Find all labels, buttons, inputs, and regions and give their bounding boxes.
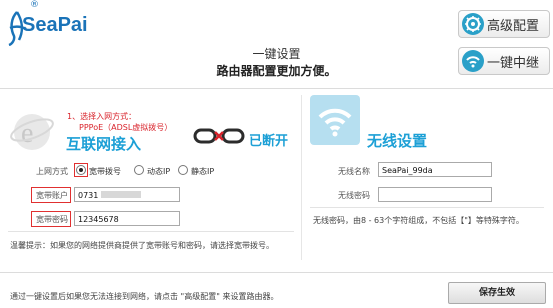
panel-separator bbox=[301, 95, 302, 260]
brand-reg-mark: ® bbox=[30, 0, 39, 10]
password-input[interactable]: 12345678 bbox=[74, 211, 180, 226]
ssid-row: 无线名称 SeaPai_99da bbox=[310, 157, 544, 184]
wifi-password-row: 无线密码 bbox=[310, 183, 544, 208]
advanced-config-label: 高级配置 bbox=[487, 19, 540, 34]
wired-tip: 温馨提示：如果您的网络提供商提供了宽带账号和密码，请选择宽带拨号。 bbox=[10, 241, 274, 250]
account-row: 宽带账户 0731 bbox=[8, 183, 294, 208]
ssid-input[interactable]: SeaPai_99da bbox=[378, 162, 492, 177]
wifi-password-input[interactable] bbox=[378, 187, 492, 202]
password-label: 宽带密码 bbox=[36, 215, 68, 224]
access-mode-row: 上网方式 宽带拨号 动态IP 静态IP bbox=[8, 157, 294, 184]
ssid-label: 无线名称 bbox=[338, 167, 370, 176]
option-dynamic-ip-label: 动态IP bbox=[147, 167, 171, 176]
header-divider bbox=[0, 88, 553, 89]
access-mode-label: 上网方式 bbox=[36, 167, 68, 176]
wifi-password-label: 无线密码 bbox=[338, 191, 370, 200]
option-pppoe-label: 宽带拨号 bbox=[89, 167, 121, 176]
password-row: 宽带密码 12345678 bbox=[8, 207, 294, 232]
radio-pppoe[interactable] bbox=[76, 165, 86, 175]
wired-pppoe-hint: PPPoE（ADSL虚拟拨号） bbox=[79, 123, 173, 132]
wired-title: 互联网接入 bbox=[66, 136, 142, 153]
wifi-icon bbox=[310, 95, 360, 145]
one-key-relay-label: 一键中继 bbox=[487, 56, 540, 71]
link-broken-icon bbox=[193, 125, 245, 147]
wifi-icon bbox=[462, 50, 484, 72]
radio-dynamic-ip[interactable] bbox=[134, 165, 144, 175]
wired-step-hint: 1、选择入网方式： bbox=[67, 112, 137, 121]
advanced-config-button[interactable]: 高级配置 bbox=[458, 10, 550, 38]
ie-icon: e bbox=[8, 108, 56, 156]
one-key-relay-button[interactable]: 一键中继 bbox=[458, 47, 550, 75]
account-label: 宽带账户 bbox=[36, 191, 68, 200]
wireless-title: 无线设置 bbox=[367, 133, 428, 150]
footer-divider bbox=[0, 272, 553, 273]
save-button[interactable]: 保存生效 bbox=[448, 282, 546, 304]
brand-name: SeaPai bbox=[22, 14, 88, 36]
gear-icon bbox=[462, 13, 484, 35]
radio-static-ip[interactable] bbox=[178, 165, 188, 175]
wifi-password-note: 无线密码，由8 - 63个字符组成，不包括【"】等特殊字符。 bbox=[313, 216, 524, 225]
account-redacted bbox=[101, 191, 142, 198]
account-input[interactable]: 0731 bbox=[74, 187, 180, 202]
link-status: 已断开 bbox=[249, 133, 289, 148]
option-static-ip-label: 静态IP bbox=[191, 167, 215, 176]
footer-note: 通过一键设置后如果您无法连接到网络，请点击 "高级配置" 来设置路由器。 bbox=[10, 292, 279, 301]
account-value: 0731 bbox=[78, 191, 99, 200]
